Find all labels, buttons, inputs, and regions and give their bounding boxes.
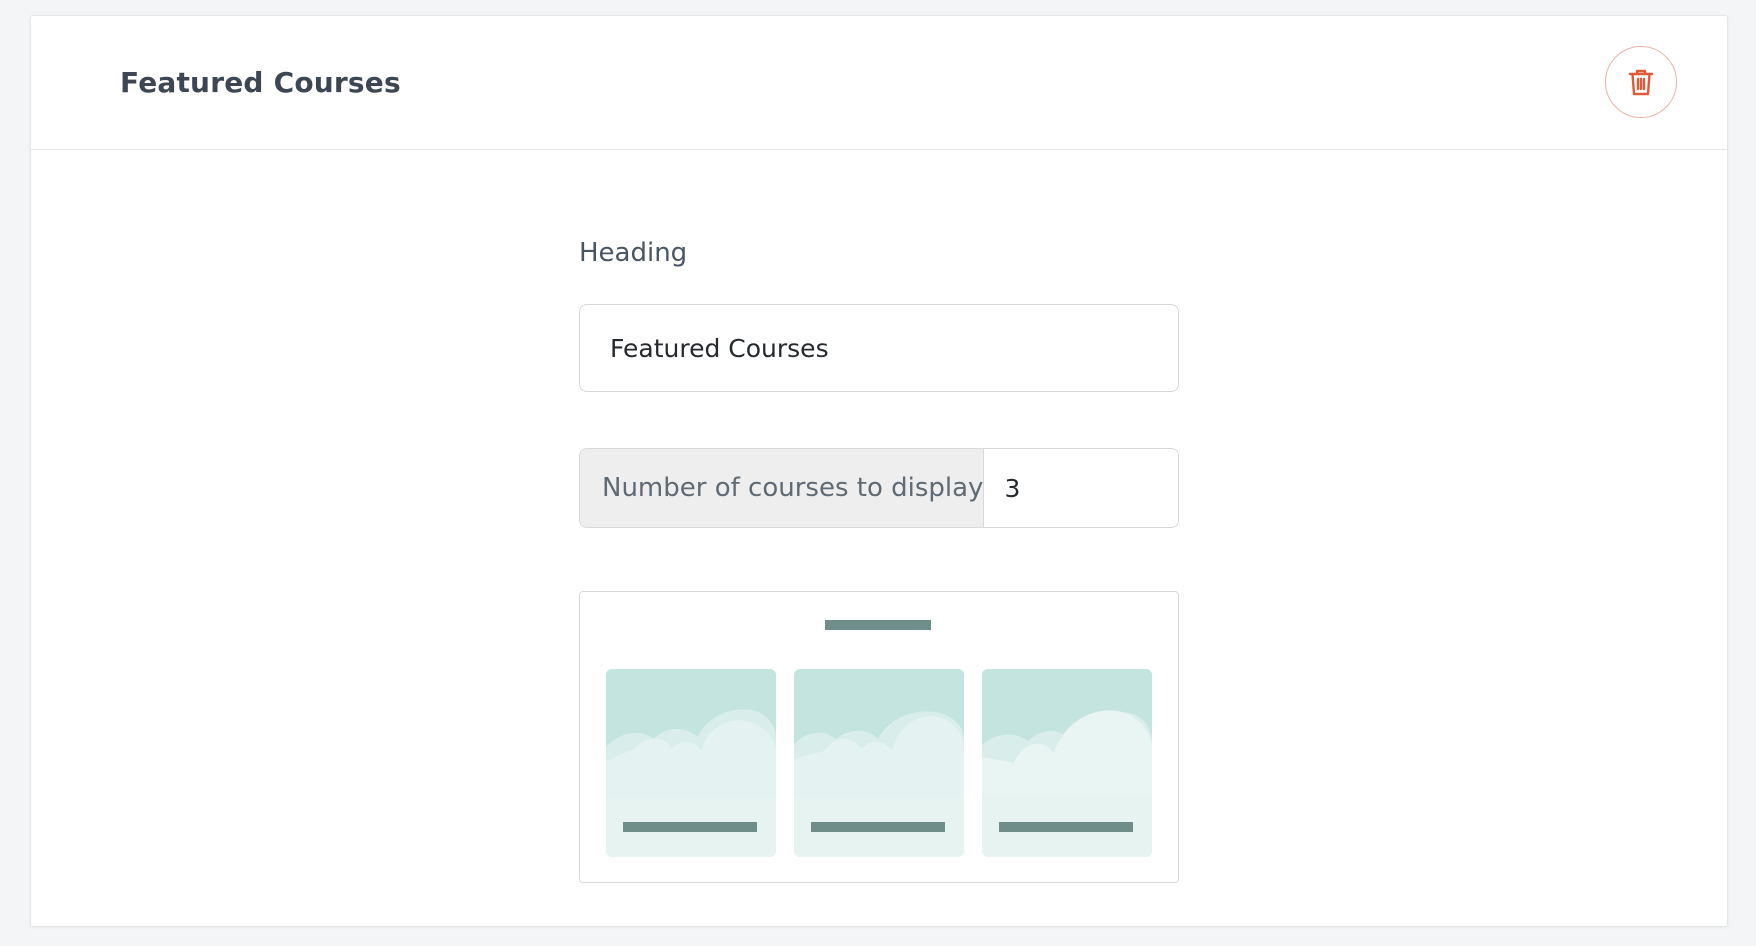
preview-course-title-placeholder	[999, 822, 1133, 832]
course-thumbnail-illustration	[794, 669, 964, 797]
heading-input[interactable]	[579, 304, 1179, 392]
preview-heading-placeholder	[825, 620, 931, 630]
preview-course-title-placeholder	[623, 822, 757, 832]
preview-course-card	[794, 669, 964, 857]
course-count-input[interactable]	[984, 449, 1178, 527]
preview-course-card	[982, 669, 1152, 857]
featured-courses-section: Featured Courses Heading Number of cours…	[30, 15, 1728, 927]
course-count-field	[984, 449, 1178, 527]
delete-button[interactable]	[1605, 46, 1677, 118]
layout-preview	[579, 591, 1179, 883]
section-title: Featured Courses	[120, 66, 401, 99]
section-form: Heading Number of courses to display	[579, 236, 1179, 883]
course-thumbnail-illustration	[606, 669, 776, 797]
course-count-group: Number of courses to display	[579, 448, 1179, 528]
trash-icon	[1628, 69, 1654, 96]
preview-course-card	[606, 669, 776, 857]
heading-label: Heading	[579, 238, 688, 268]
course-thumbnail-illustration	[982, 669, 1152, 797]
section-header: Featured Courses	[31, 16, 1727, 150]
course-count-label: Number of courses to display	[580, 449, 985, 527]
preview-course-title-placeholder	[811, 822, 945, 832]
